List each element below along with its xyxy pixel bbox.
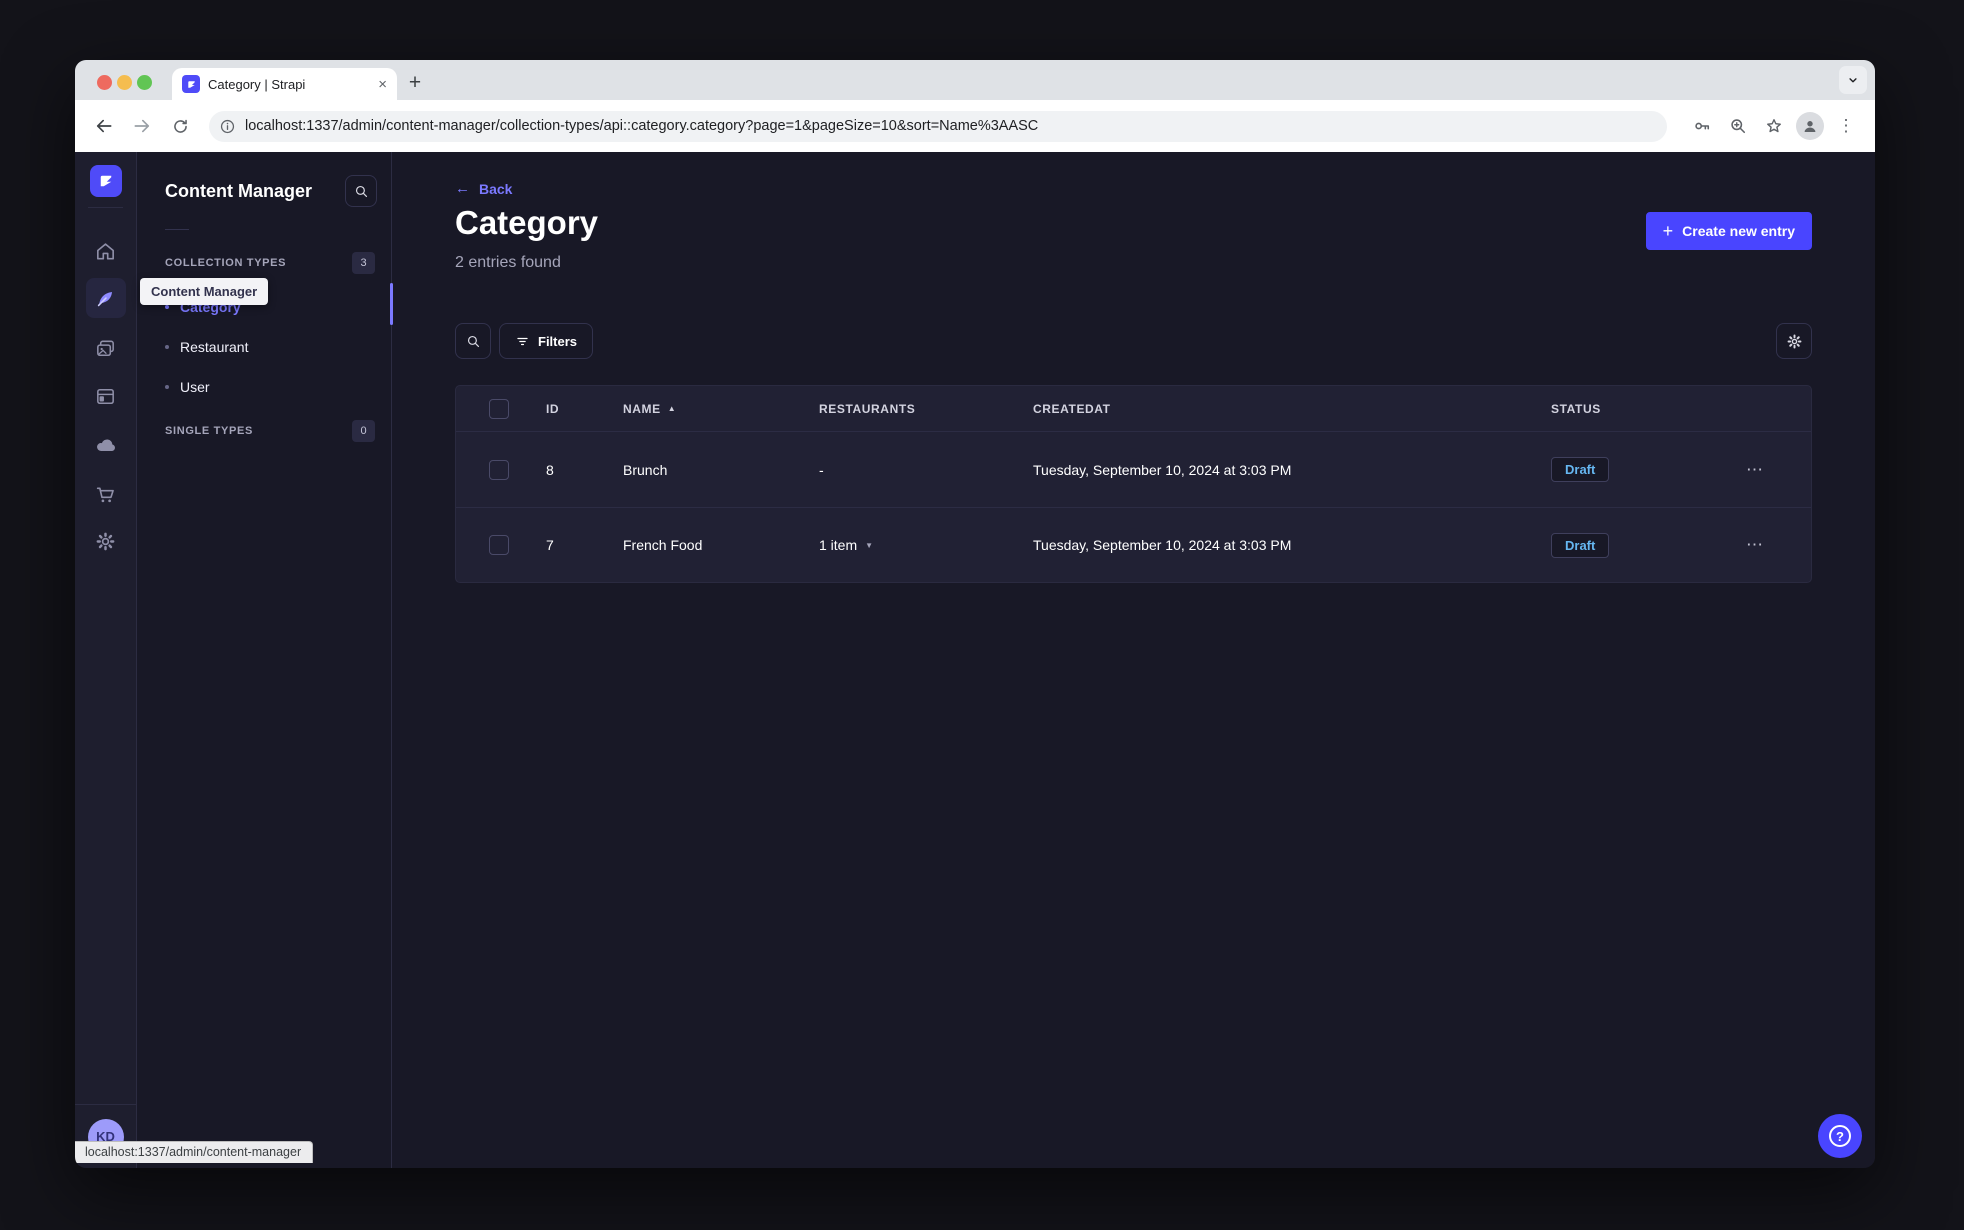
filters-button[interactable]: Filters: [499, 323, 594, 359]
browser-menu-kebab-icon[interactable]: ⋮: [1831, 111, 1861, 141]
strapi-admin-app: KD Content Manager COLLECTION TYPES 3 Ca…: [75, 152, 1875, 1168]
cell-restaurants: -: [819, 461, 824, 478]
window-minimize-button[interactable]: [117, 75, 132, 90]
collection-types-label: COLLECTION TYPES: [165, 257, 287, 269]
browser-tab[interactable]: Category | Strapi ×: [172, 68, 397, 100]
subnav-item-user[interactable]: User: [165, 367, 375, 407]
cell-createdat: Tuesday, September 10, 2024 at 3:03 PM: [1033, 461, 1292, 478]
filter-icon: [517, 337, 528, 345]
browser-profile-avatar[interactable]: [1795, 111, 1825, 141]
browser-tab-strip: Category | Strapi × +: [75, 60, 1875, 100]
row-checkbox[interactable]: [489, 535, 509, 555]
marketplace-cart-icon[interactable]: [86, 474, 126, 514]
bullet-icon: [165, 385, 169, 389]
home-icon[interactable]: [86, 231, 126, 271]
cloud-icon[interactable]: [86, 425, 126, 465]
cell-name: Brunch: [623, 461, 668, 478]
question-mark-icon: ?: [1829, 1125, 1851, 1147]
content-manager-tooltip: Content Manager: [140, 278, 269, 305]
column-header-status[interactable]: STATUS: [1551, 402, 1746, 416]
bookmark-star-icon[interactable]: [1759, 111, 1789, 141]
subnav-item-restaurant[interactable]: Restaurant: [165, 327, 375, 367]
collection-types-section-header: COLLECTION TYPES 3: [165, 252, 375, 274]
single-types-label: SINGLE TYPES: [165, 425, 253, 437]
strapi-favicon: [182, 75, 200, 93]
content-type-builder-icon[interactable]: [86, 376, 126, 416]
back-link[interactable]: ← Back: [455, 180, 512, 197]
cell-createdat: Tuesday, September 10, 2024 at 3:03 PM: [1033, 537, 1292, 553]
url-bar[interactable]: localhost:1337/admin/content-manager/col…: [209, 110, 1667, 142]
forward-icon[interactable]: [127, 111, 157, 141]
page-title: Category: [455, 204, 599, 241]
single-types-count-badge: 0: [352, 420, 375, 442]
rail-divider: [88, 207, 123, 208]
plus-icon: +: [1662, 221, 1674, 241]
row-actions-menu-icon[interactable]: ⋯: [1746, 535, 1764, 555]
cell-id: 7: [546, 537, 554, 553]
entries-count: 2 entries found: [455, 254, 561, 271]
settings-gear-icon[interactable]: [86, 521, 126, 561]
help-button[interactable]: ?: [1818, 1114, 1862, 1158]
strapi-logo[interactable]: [89, 165, 122, 197]
media-library-icon[interactable]: [86, 328, 126, 368]
password-key-icon[interactable]: [1687, 111, 1717, 141]
row-actions-menu-icon[interactable]: ⋯: [1746, 460, 1764, 480]
table-header-row: ID NAME ▲ RESTAURANTS CREATEDAT STATUS: [456, 386, 1811, 432]
back-arrow-icon: ←: [455, 180, 470, 197]
status-badge: Draft: [1551, 532, 1610, 558]
main-content: ← Back Category 2 entries found + Create…: [392, 152, 1875, 1168]
new-tab-button[interactable]: +: [401, 69, 429, 97]
collection-types-count-badge: 3: [352, 252, 375, 274]
content-manager-icon[interactable]: [85, 278, 126, 318]
subnav-search-button[interactable]: [345, 175, 377, 207]
cell-name: French Food: [623, 537, 703, 553]
column-header-name[interactable]: NAME ▲: [623, 402, 819, 416]
select-all-checkbox[interactable]: [489, 398, 509, 419]
cell-id: 8: [546, 461, 554, 478]
create-new-entry-button[interactable]: + Create new entry: [1645, 212, 1812, 250]
list-search-button[interactable]: [455, 323, 491, 359]
link-status-bar: localhost:1337/admin/content-manager: [75, 1141, 314, 1163]
cell-restaurants-expand[interactable]: 1 item ▼: [819, 537, 1033, 553]
back-icon[interactable]: [89, 111, 119, 141]
entries-table: ID NAME ▲ RESTAURANTS CREATEDAT STATUS 8 …: [455, 385, 1812, 583]
column-header-createdat[interactable]: CREATEDAT: [1033, 402, 1551, 416]
reload-icon[interactable]: [165, 111, 195, 141]
table-row[interactable]: 8 Brunch - Tuesday, September 10, 2024 a…: [456, 432, 1811, 507]
sort-ascending-icon: ▲: [667, 404, 677, 413]
url-text[interactable]: localhost:1337/admin/content-manager/col…: [245, 118, 1038, 134]
site-info-icon[interactable]: [219, 118, 236, 135]
column-header-id[interactable]: ID: [546, 402, 623, 416]
window-close-button[interactable]: [97, 75, 112, 90]
subnav-divider: [165, 229, 189, 230]
row-checkbox[interactable]: [489, 459, 509, 480]
single-types-section-header: SINGLE TYPES 0: [165, 420, 375, 442]
table-row[interactable]: 7 French Food 1 item ▼ Tuesday, September…: [456, 507, 1811, 582]
status-badge: Draft: [1551, 457, 1610, 482]
browser-window: Category | Strapi × + localhost:1337/adm…: [75, 60, 1875, 1168]
bullet-icon: [165, 305, 169, 309]
column-header-restaurants[interactable]: RESTAURANTS: [819, 402, 1033, 416]
tab-search-chevron-icon[interactable]: [1839, 66, 1867, 94]
bullet-icon: [165, 345, 169, 349]
zoom-page-icon[interactable]: [1723, 111, 1753, 141]
main-nav-rail: KD: [75, 152, 137, 1168]
desktop-background: Category | Strapi × + localhost:1337/adm…: [0, 0, 1964, 1230]
view-settings-gear-button[interactable]: [1776, 323, 1812, 359]
browser-toolbar: localhost:1337/admin/content-manager/col…: [75, 100, 1875, 152]
subnav-title: Content Manager: [165, 180, 313, 201]
window-zoom-button[interactable]: [137, 75, 152, 90]
tab-title: Category | Strapi: [208, 76, 306, 92]
chevron-down-icon: ▼: [865, 540, 874, 550]
tab-close-icon[interactable]: ×: [378, 77, 387, 92]
